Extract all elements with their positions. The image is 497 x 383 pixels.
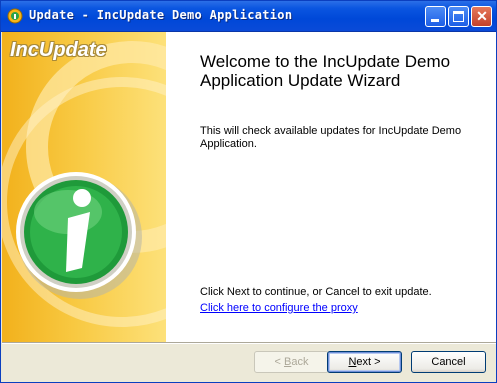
minimize-button[interactable] <box>425 6 446 27</box>
continue-hint: Click Next to continue, or Cancel to exi… <box>200 286 432 298</box>
title-bar[interactable]: Update - IncUpdate Demo Application ✕ <box>1 1 496 32</box>
side-banner: IncUpdate <box>2 32 166 342</box>
brand-logo: IncUpdate <box>10 39 107 61</box>
description-text: This will check available updates for In… <box>200 125 462 150</box>
next-button[interactable]: Next > <box>327 351 402 373</box>
next-label: ext > <box>356 356 381 368</box>
window-title: Update - IncUpdate Demo Application <box>29 8 293 22</box>
back-button[interactable]: < Back <box>254 351 329 373</box>
page-title: Welcome to the IncUpdate Demo Applicatio… <box>200 52 451 90</box>
configure-proxy-link[interactable]: Click here to configure the proxy <box>200 302 358 314</box>
back-label: ack <box>291 356 309 368</box>
maximize-icon <box>453 11 464 22</box>
wizard-window: Update - IncUpdate Demo Application ✕ In… <box>0 0 497 383</box>
minimize-icon <box>431 19 439 22</box>
close-button[interactable]: ✕ <box>471 6 492 27</box>
cancel-button[interactable]: Cancel <box>411 351 486 373</box>
button-separator <box>2 342 496 344</box>
app-icon <box>7 8 23 24</box>
banner-artwork <box>2 41 166 327</box>
wizard-content: IncUpdate Welcome to the IncUpdate Demo … <box>2 32 496 342</box>
maximize-button[interactable] <box>448 6 469 27</box>
back-prefix: < <box>274 356 284 368</box>
close-icon: ✕ <box>476 8 488 24</box>
